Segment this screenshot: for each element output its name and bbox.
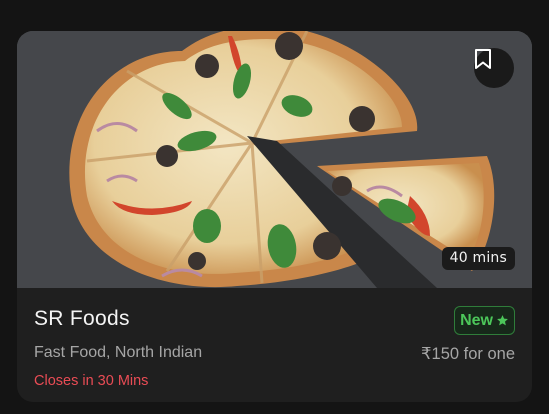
restaurant-card[interactable]: 40 mins SR Foods New Fast Food, North In… <box>17 31 532 402</box>
bookmark-icon <box>475 49 491 69</box>
restaurant-name[interactable]: SR Foods <box>34 307 130 331</box>
bookmark-button[interactable] <box>474 48 514 88</box>
badge-label: New <box>460 311 493 329</box>
delivery-time-badge: 40 mins <box>441 247 515 270</box>
star-icon <box>497 315 508 326</box>
cuisine-list: Fast Food, North Indian <box>34 344 203 361</box>
new-badge: New <box>454 306 515 335</box>
closing-status: Closes in 30 Mins <box>34 373 149 389</box>
restaurant-image[interactable]: 40 mins <box>17 31 532 288</box>
price-for-one: ₹150 for one <box>421 345 515 363</box>
restaurant-info: SR Foods New Fast Food, North Indian ₹15… <box>17 288 532 402</box>
